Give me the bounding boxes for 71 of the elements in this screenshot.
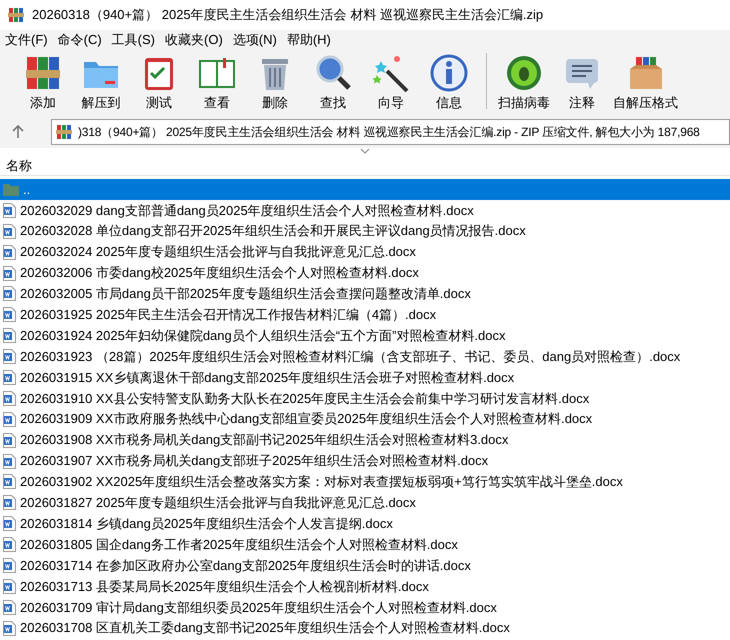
menu-item[interactable]: 选项(N) — [228, 30, 282, 50]
toolbar-button[interactable]: 查找 — [304, 53, 362, 112]
file-name: 2026031915 XX乡镇离退休干部dang支部2025年度组织生活会班子对照检查材料.docx — [20, 368, 514, 387]
file-name: .. — [23, 180, 30, 199]
column-header[interactable]: 名称 — [0, 156, 730, 176]
file-name: 2026031907 XX市税务局机关dang支部班子2025年组织生活会对照检查材料.docx — [20, 452, 488, 470]
word-document-icon — [3, 390, 16, 406]
word-document-icon — [3, 286, 16, 302]
address-field[interactable]: )318（940+篇） 2025年度民主生活会组织生活会 材料 巡视巡察民主生活会汇编.zip - ZIP 压缩文件, 解包大小为 187,968 — [51, 119, 730, 145]
file-name: 2026031908 XX市税务局机关dang支部副书记2025年组织生活会对照检查材料3.docx — [20, 431, 508, 450]
word-document-icon — [3, 307, 16, 322]
file-name: 2026031910 XX县公安特警支队勤务大队长在2025年度民主生活会会前集中学习研讨发言材料.docx — [20, 390, 590, 408]
toolbar-button[interactable]: 自解压格式 — [611, 53, 680, 112]
word-document-icon — [3, 412, 16, 427]
toolbar-button[interactable]: 信息 — [420, 53, 478, 112]
word-document-icon — [3, 620, 16, 636]
toolbar-button[interactable]: 注释 — [553, 53, 611, 112]
word-document-icon — [3, 558, 16, 573]
word-document-icon — [3, 454, 16, 469]
file-name: 2026031909 XX市政府服务热线中心dang支部组宣委员2025年度组织生活会个人对照检查材料.docx — [20, 410, 592, 428]
archive-icon — [8, 7, 24, 23]
toolbar-button[interactable]: 测试 — [130, 53, 188, 112]
word-document-icon — [3, 495, 16, 510]
menu-item[interactable]: 命令(C) — [52, 30, 107, 50]
word-document-icon — [3, 244, 16, 260]
file-name: 2026031713 县委某局局长2025年度组织生活会个人检视剖析材料.docx — [20, 578, 429, 596]
folder-icon — [3, 182, 19, 196]
window-title: 20260318（940+篇） 2025年度民主生活会组织生活会 材料 巡视巡察民主生活会汇编.zip — [32, 6, 544, 24]
file-name: 2026031923 （28篇）2025年度组织生活会对照检查材料汇编（含支部班子、书记、委员、dang员对照检查）.docx — [20, 348, 680, 366]
file-row[interactable]: .. — [0, 179, 730, 200]
toolbar-button[interactable]: 扫描病毒 — [495, 53, 553, 112]
menu-item[interactable]: 收藏夹(O) — [160, 30, 228, 50]
word-document-icon — [3, 578, 16, 594]
word-document-icon — [3, 370, 16, 385]
menu-item[interactable]: 帮助(H) — [282, 30, 336, 50]
word-document-icon — [3, 474, 16, 490]
word-document-icon — [3, 349, 16, 364]
address-text: )318（940+篇） 2025年度民主生活会组织生活会 材料 巡视巡察民主生活会汇编.zip - ZIP 压缩文件, 解包大小为 187,968 — [78, 124, 700, 141]
file-name: 2026031925 2025年民主生活会召开情况工作报告材料汇编（4篇）.docx — [20, 306, 436, 324]
word-document-icon — [3, 537, 16, 552]
archive-icon — [56, 124, 72, 140]
menu-item[interactable]: 文件(F) — [0, 30, 53, 50]
toolbar-button[interactable]: 删除 — [246, 53, 304, 112]
info-icon — [429, 53, 469, 93]
file-name: 2026031709 审计局dang支部组织委员2025年度组织生活会个人对照检查材料.docx — [20, 598, 497, 617]
file-name: 2026031827 2025年度专题组织生活会批评与自我批评意见汇总.docx — [20, 494, 416, 512]
menu-item[interactable]: 工具(S) — [106, 30, 160, 50]
word-document-icon — [3, 516, 16, 532]
toolbar-button[interactable]: 解压到 — [72, 53, 130, 112]
word-document-icon — [3, 266, 16, 280]
toolbar-button[interactable]: 向导 — [362, 53, 420, 112]
file-name: 2026032029 dang支部普通dang员2025年度组织生活会个人对照检查材料.docx — [20, 202, 474, 220]
file-name: 2026031805 国企dang务工作者2025年度组织生活会个人对照检查材料.docx — [20, 536, 458, 554]
magic-wand-icon — [371, 53, 411, 93]
file-name: 2026032024 2025年度专题组织生活会批评与自我批评意见汇总.docx — [20, 243, 416, 262]
word-document-icon — [3, 224, 16, 239]
toolbar-button[interactable]: 查看 — [188, 53, 246, 112]
file-name: 2026032005 市局dang员干部2025年度专题组织生活会查摆问题整改清单.docx — [20, 285, 471, 304]
word-document-icon — [3, 432, 16, 448]
word-document-icon — [3, 328, 16, 344]
file-name: 2026032028 单位dang支部召开2025年组织生活会和开展民主评议dang员情况报告.docx — [20, 222, 526, 240]
file-name: 2026032006 市委dang校2025年度组织生活会个人对照检查材料.docx — [20, 264, 419, 282]
file-name: 2026031814 乡镇dang员2025年度组织生活会个人发言提纲.docx — [20, 514, 393, 533]
file-name: 2026031902 XX2025年度组织生活会整改落实方案：对标对表查摆短板弱项+笃行笃实筑牢战斗堡垒.docx — [20, 473, 623, 492]
file-name: 2026031924 2025年妇幼保健院dang员个人组织生活会“五个方面”对照检查材料.docx — [20, 326, 506, 345]
word-document-icon — [3, 202, 16, 218]
toolbar-button[interactable]: 添加 — [14, 53, 72, 112]
chevron-icon — [360, 148, 370, 154]
file-name: 2026031714 在参加区政府办公室dang支部2025年度组织生活会时的讲话.docx — [20, 556, 471, 575]
word-document-icon — [3, 600, 16, 615]
file-name: 2026031708 区直机关工委dang支部书记2025年度组织生活会个人对照检查材料.docx — [20, 619, 510, 638]
